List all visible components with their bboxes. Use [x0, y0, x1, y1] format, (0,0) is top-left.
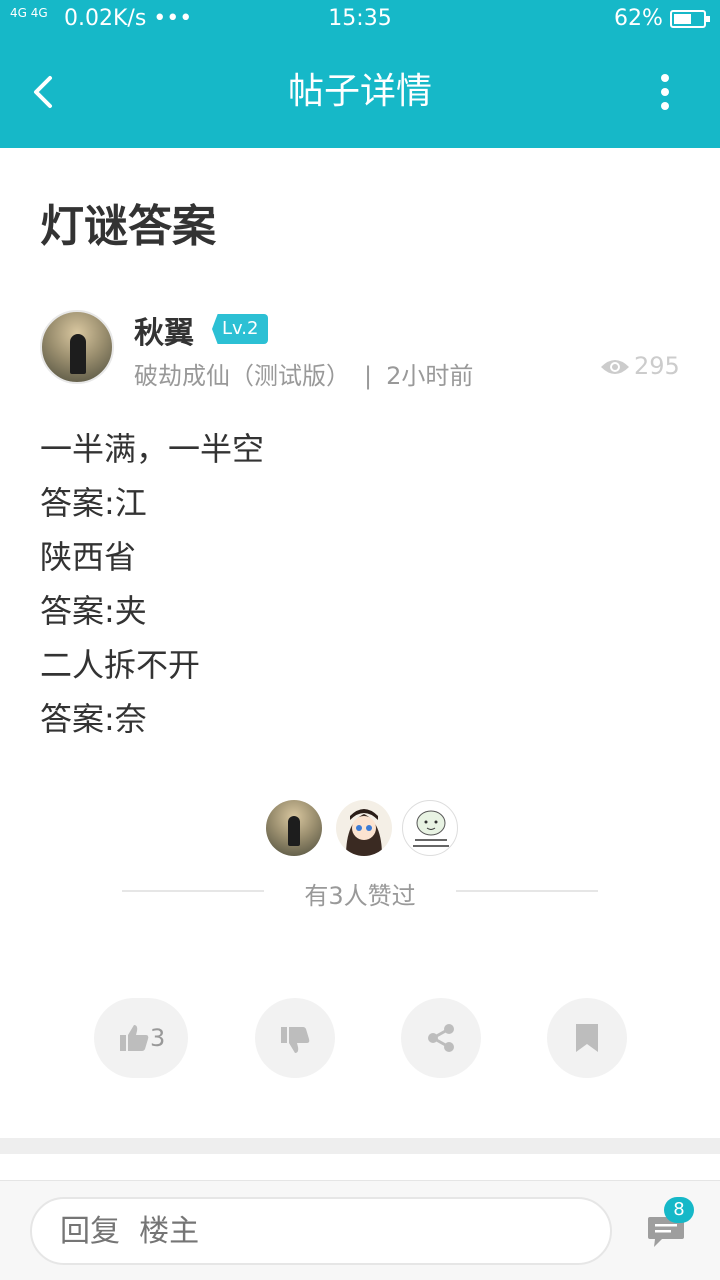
reply-input[interactable]	[30, 1197, 612, 1265]
body-line: 答案:奈	[40, 700, 147, 738]
thumbs-up-icon	[120, 1025, 149, 1051]
post-meta: 破劫成仙（测试版） | 2小时前	[134, 356, 473, 391]
post-body: 一半满，一半空 答案:江 陕西省 答案:夹 二人拆不开 答案:奈	[40, 422, 264, 746]
more-options-button[interactable]	[650, 68, 680, 116]
bookmark-button[interactable]	[547, 998, 627, 1078]
view-count: 295	[600, 352, 680, 380]
meta-separator: |	[364, 362, 373, 390]
view-count-value: 295	[634, 352, 680, 380]
body-line: 一半满，一半空	[40, 430, 265, 468]
comment-count-badge: 8	[664, 1197, 694, 1223]
post-time: 2小时前	[386, 362, 474, 390]
divider	[456, 890, 598, 892]
status-bar: 4G 4G 0.02K/s ••• 15:35 62%	[0, 0, 720, 38]
post-title: 灯谜答案	[40, 201, 216, 252]
body-line: 答案:江	[40, 484, 147, 522]
level-badge: Lv.2	[212, 314, 269, 344]
likes-summary[interactable]: 有3人赞过	[0, 876, 720, 911]
eye-icon	[601, 360, 629, 374]
share-icon	[428, 1024, 454, 1052]
liker-avatar[interactable]	[266, 800, 322, 856]
dislike-button[interactable]	[255, 998, 335, 1078]
author-avatar[interactable]	[40, 310, 114, 384]
battery-icon	[670, 10, 710, 28]
section-gap	[0, 1138, 720, 1154]
body-line: 二人拆不开	[40, 646, 201, 684]
body-line: 陕西省	[40, 538, 137, 576]
more-vertical-icon	[661, 74, 669, 110]
liker-avatar[interactable]	[402, 800, 458, 856]
battery-percent: 62%	[614, 6, 663, 31]
reply-bar: 8	[0, 1180, 720, 1280]
thumbs-down-icon	[281, 1027, 310, 1053]
like-button[interactable]	[94, 998, 188, 1078]
bookmark-icon	[576, 1024, 598, 1052]
liker-avatar[interactable]	[336, 800, 392, 856]
app-bar: 帖子详情	[0, 38, 720, 148]
clock: 15:35	[328, 6, 392, 31]
author-name[interactable]: 秋翼	[134, 308, 194, 352]
body-line: 答案:夹	[40, 592, 147, 630]
page-title: 帖子详情	[287, 71, 432, 112]
forum-name[interactable]: 破劫成仙（测试版）	[134, 362, 350, 390]
share-button[interactable]	[401, 998, 481, 1078]
like-count: 3	[150, 1024, 166, 1052]
